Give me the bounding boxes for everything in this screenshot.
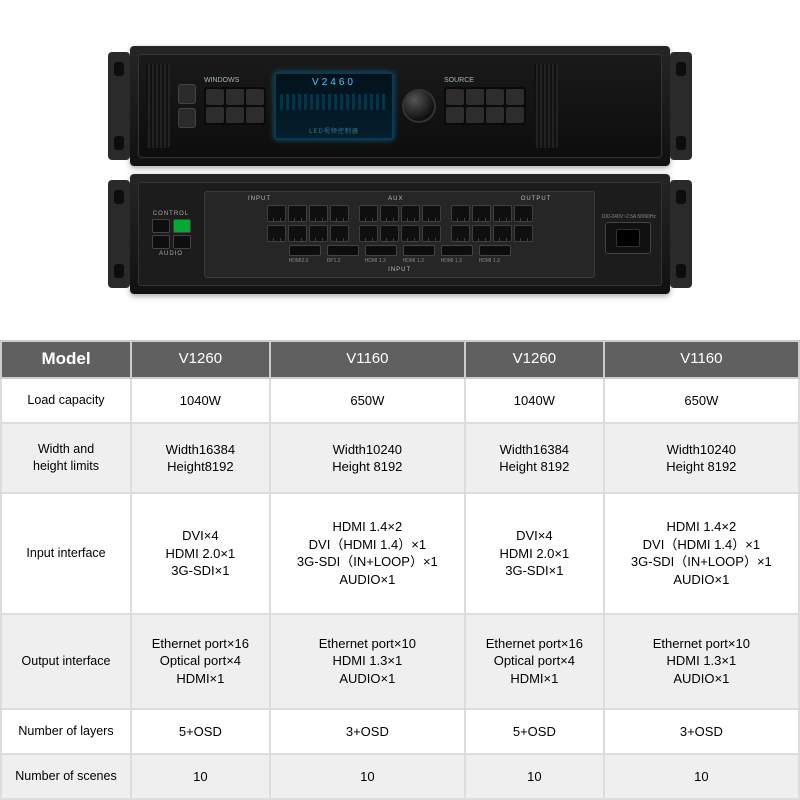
spec-row-head: Input interface — [1, 493, 131, 613]
model-col-0: V1260 — [131, 341, 270, 378]
spec-cell: 5+OSD — [131, 709, 270, 754]
spec-cell: Ethernet port×10 HDMI 1.3×1 AUDIO×1 — [604, 614, 799, 709]
spec-table: Model V1260 V1160 V1260 V1160 Load capac… — [0, 340, 800, 800]
spec-cell: 10 — [131, 754, 270, 799]
spec-cell: Ethernet port×10 HDMI 1.3×1 AUDIO×1 — [270, 614, 465, 709]
rj45-output-bank: INPUT AUX OUTPUT — [204, 191, 595, 278]
spec-row: Input interfaceDVI×4 HDMI 2.0×1 3G-SDI×1… — [1, 493, 799, 613]
spec-cell: 1040W — [465, 378, 604, 423]
source-label: SOURCE — [444, 77, 474, 84]
spec-row: Load capacity1040W650W1040W650W — [1, 378, 799, 423]
device-front: WINDOWS V2460 LED视频控制器 SOURCE — [130, 46, 670, 166]
jog-wheel — [402, 89, 436, 123]
spec-cell: 650W — [604, 378, 799, 423]
spec-cell: Ethernet port×16 Optical port×4 HDMI×1 — [131, 614, 270, 709]
control-section: CONTROL AUDIO — [144, 211, 198, 257]
vent-grille-right — [534, 64, 558, 148]
lcd-screen: V2460 LED视频控制器 — [274, 72, 394, 140]
spec-cell: Width16384 Height8192 — [131, 423, 270, 493]
spec-header-row: Model V1260 V1160 V1260 V1160 — [1, 341, 799, 378]
model-col-2: V1260 — [465, 341, 604, 378]
vent-grille — [146, 64, 170, 148]
rack-ear-right — [670, 52, 692, 160]
spec-cell: 10 — [270, 754, 465, 799]
product-photo: WINDOWS V2460 LED视频控制器 SOURCE — [0, 0, 800, 340]
device-back: CONTROL AUDIO INPUT AUX OUTPUT — [130, 174, 670, 294]
spec-cell: Width10240 Height 8192 — [270, 423, 465, 493]
spec-cell: HDMI 1.4×2 DVI（HDMI 1.4）×1 3G-SDI（IN+LOO… — [604, 493, 799, 613]
iec-power-inlet — [605, 222, 651, 254]
spec-cell: Width16384 Height 8192 — [465, 423, 604, 493]
hdmi-input-row: HDMI2.0 DP1.2 HDMI 1.3 HDMI 1.3 HDMI 1.3… — [208, 245, 591, 264]
model-on-screen: V2460 — [280, 77, 388, 88]
spec-cell: Width10240 Height 8192 — [604, 423, 799, 493]
spec-cell: 5+OSD — [465, 709, 604, 754]
spec-row-head: Number of layers — [1, 709, 131, 754]
rack-ear-left-back — [108, 180, 130, 288]
rack-ear-right-back — [670, 180, 692, 288]
spec-cell: HDMI 1.4×2 DVI（HDMI 1.4）×1 3G-SDI（IN+LOO… — [270, 493, 465, 613]
spec-row: Width and height limitsWidth16384 Height… — [1, 423, 799, 493]
spec-cell: 1040W — [131, 378, 270, 423]
source-button-group: SOURCE — [444, 87, 526, 125]
spec-cell: Ethernet port×16 Optical port×4 HDMI×1 — [465, 614, 604, 709]
screen-subtitle: LED视频控制器 — [280, 126, 388, 135]
power-switches — [178, 84, 196, 128]
spec-cell: 10 — [465, 754, 604, 799]
spec-cell: 3+OSD — [604, 709, 799, 754]
spec-row-head: Width and height limits — [1, 423, 131, 493]
spec-cell: 650W — [270, 378, 465, 423]
spec-cell: DVI×4 HDMI 2.0×1 3G-SDI×1 — [131, 493, 270, 613]
spec-row-head: Number of scenes — [1, 754, 131, 799]
rack-ear-left — [108, 52, 130, 160]
spec-row-head: Output interface — [1, 614, 131, 709]
model-col-1: V1160 — [270, 341, 465, 378]
spec-cell: DVI×4 HDMI 2.0×1 3G-SDI×1 — [465, 493, 604, 613]
windows-label: WINDOWS — [204, 77, 239, 84]
spec-row: Output interfaceEthernet port×16 Optical… — [1, 614, 799, 709]
windows-button-group: WINDOWS — [204, 87, 266, 125]
spec-row: Number of scenes10101010 — [1, 754, 799, 799]
spec-corner: Model — [1, 341, 131, 378]
spec-row: Number of layers5+OSD3+OSD5+OSD3+OSD — [1, 709, 799, 754]
spec-cell: 3+OSD — [270, 709, 465, 754]
power-section: 100-240V~2.5A 50/60Hz — [601, 214, 656, 254]
spec-cell: 10 — [604, 754, 799, 799]
spec-row-head: Load capacity — [1, 378, 131, 423]
model-col-3: V1160 — [604, 341, 799, 378]
